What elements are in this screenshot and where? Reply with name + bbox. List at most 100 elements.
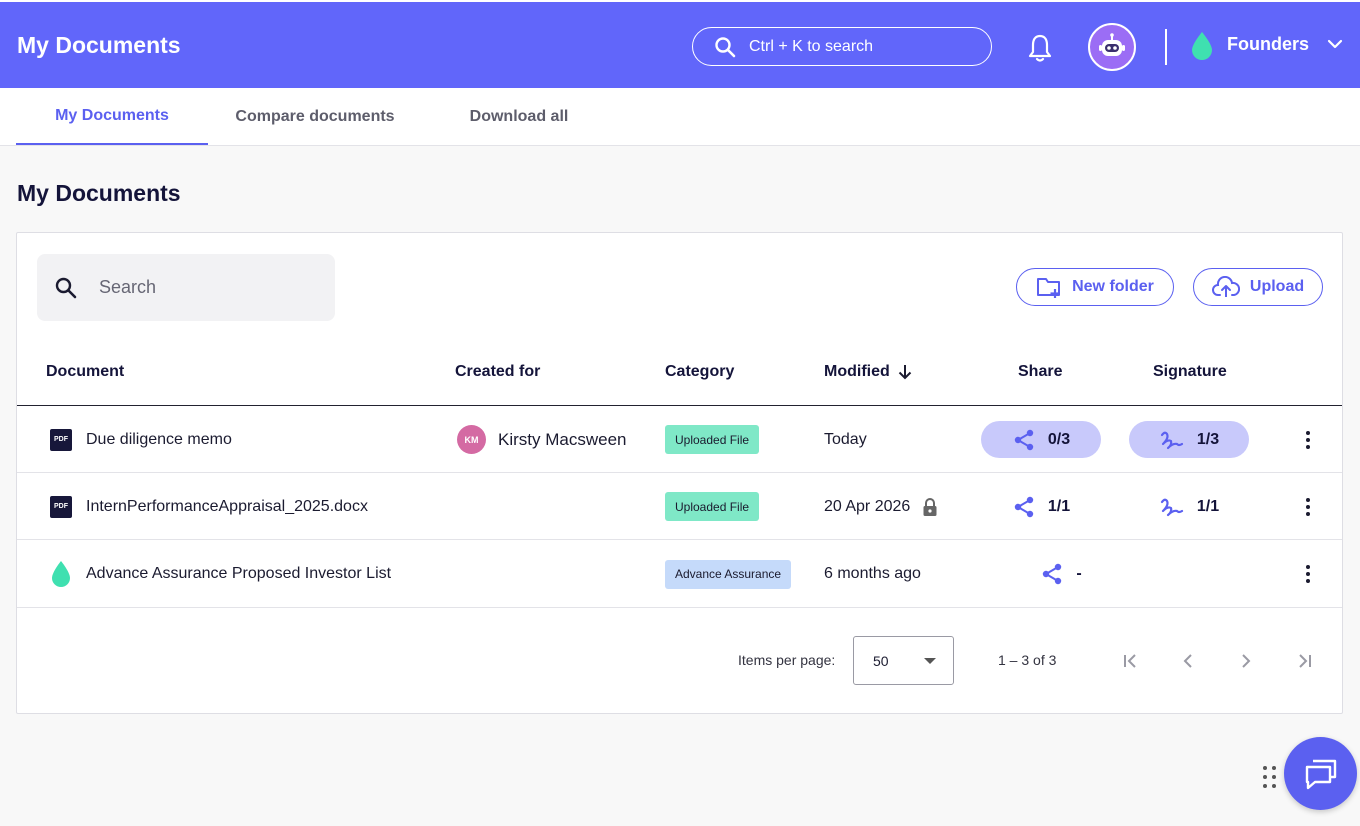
first-page-icon <box>1124 654 1136 668</box>
search-icon <box>55 277 77 298</box>
signature-icon <box>1160 498 1183 516</box>
more-vert-icon[interactable] <box>1296 495 1320 519</box>
signature-count: 1/1 <box>1196 497 1220 515</box>
bell-icon[interactable] <box>1026 33 1054 63</box>
share-icon <box>1043 563 1062 585</box>
table-row[interactable]: PDF InternPerformanceAppraisal_2025.docx… <box>17 473 1342 540</box>
top-app-bar: My Documents Ctrl + K to search Founders <box>0 0 1360 88</box>
share-cell[interactable]: 0/3 <box>981 406 1101 473</box>
org-switcher-label[interactable]: Founders <box>1227 34 1309 55</box>
previous-page-button[interactable] <box>1174 647 1202 675</box>
page-title: My Documents <box>17 180 181 206</box>
drag-handle-icon[interactable] <box>1262 765 1278 791</box>
column-header-share: Share <box>1018 363 1063 380</box>
document-name[interactable]: Due diligence memo <box>86 431 232 449</box>
share-cell[interactable]: 1/1 <box>981 473 1101 540</box>
table-row[interactable]: Advance Assurance Proposed Investor List… <box>17 540 1342 608</box>
app-title: My Documents <box>17 32 181 58</box>
row-actions[interactable] <box>1296 406 1320 473</box>
pager-range: 1 – 3 of 3 <box>998 652 1057 668</box>
droplet-icon <box>52 561 70 587</box>
pdf-icon: PDF <box>50 495 72 518</box>
avatar: KM <box>457 425 486 454</box>
chevron-right-icon <box>1242 654 1251 668</box>
document-name[interactable]: Advance Assurance Proposed Investor List <box>86 565 391 583</box>
modified-cell: Today <box>824 430 867 448</box>
category-badge: Advance Assurance <box>665 559 792 589</box>
pdf-icon: PDF <box>50 428 72 451</box>
chevron-down-icon[interactable] <box>1327 36 1343 52</box>
column-header-category[interactable]: Category <box>665 363 734 381</box>
caret-down-icon <box>924 658 936 664</box>
share-icon <box>1014 496 1034 517</box>
chat-button[interactable] <box>1284 737 1357 810</box>
created-for-cell: KM Kirsty Macsween <box>457 406 626 473</box>
droplet-icon <box>1192 32 1212 60</box>
row-actions[interactable] <box>1296 473 1320 540</box>
documents-card: New folder Upload Document Created for C… <box>16 232 1343 714</box>
share-icon <box>1014 429 1034 450</box>
next-page-button[interactable] <box>1232 647 1260 675</box>
header-divider <box>1165 29 1167 65</box>
first-page-button[interactable] <box>1117 647 1145 675</box>
modified-cell: 20 Apr 2026 <box>824 473 938 540</box>
document-cell[interactable]: PDF InternPerformanceAppraisal_2025.docx <box>50 473 368 540</box>
created-for-name: Kirsty Macsween <box>498 429 627 449</box>
more-vert-icon[interactable] <box>1296 562 1320 586</box>
document-search[interactable] <box>37 254 335 321</box>
robot-icon <box>1099 33 1125 56</box>
global-search[interactable]: Ctrl + K to search <box>692 27 992 66</box>
share-cell[interactable]: - <box>1001 540 1121 608</box>
column-header-modified[interactable]: Modified <box>824 363 912 381</box>
share-count: - <box>1076 565 1082 582</box>
category-badge: Uploaded File <box>665 425 760 454</box>
table-row[interactable]: PDF Due diligence memo KM Kirsty Macswee… <box>17 406 1342 473</box>
category-cell: Uploaded File <box>665 473 760 540</box>
last-page-button[interactable] <box>1290 647 1318 675</box>
row-actions[interactable] <box>1296 540 1320 608</box>
column-header-signature: Signature <box>1153 363 1227 380</box>
category-badge: Uploaded File <box>665 492 760 521</box>
tab-compare-documents[interactable]: Compare documents <box>215 88 415 145</box>
tab-bar: My Documents Compare documents Download … <box>0 88 1360 146</box>
search-icon <box>715 36 736 57</box>
arrow-down-icon <box>898 365 911 380</box>
document-cell[interactable]: PDF Due diligence memo <box>50 406 232 473</box>
category-cell: Uploaded File <box>665 406 760 473</box>
upload-label: Upload <box>1249 278 1305 295</box>
signature-button[interactable]: 1/1 <box>1129 488 1249 525</box>
folder-plus-icon <box>1037 278 1061 298</box>
share-count: 1/1 <box>1047 497 1071 515</box>
upload-button[interactable]: Upload <box>1193 268 1323 306</box>
share-count: 0/3 <box>1047 430 1071 448</box>
new-folder-label: New folder <box>1072 278 1154 295</box>
signature-count: 1/3 <box>1196 430 1220 448</box>
category-cell: Advance Assurance <box>665 540 792 608</box>
lock-icon <box>923 497 937 516</box>
signature-button[interactable]: 1/3 <box>1129 421 1249 458</box>
items-per-page-value: 50 <box>873 652 889 669</box>
chevron-left-icon <box>1183 654 1192 668</box>
document-name[interactable]: InternPerformanceAppraisal_2025.docx <box>86 498 368 516</box>
items-per-page-select[interactable]: 50 <box>853 636 954 685</box>
tab-my-documents[interactable]: My Documents <box>16 88 208 145</box>
tab-download-all[interactable]: Download all <box>440 88 598 145</box>
more-vert-icon[interactable] <box>1296 428 1320 452</box>
modified-date: 20 Apr 2026 <box>824 497 911 515</box>
document-search-input[interactable] <box>99 277 299 298</box>
modified-cell: 6 months ago <box>824 565 921 582</box>
chat-icon <box>1305 759 1336 789</box>
assistant-avatar[interactable] <box>1088 23 1136 71</box>
column-header-created-for[interactable]: Created for <box>455 363 540 381</box>
signature-cell[interactable]: 1/3 <box>1129 406 1249 473</box>
column-header-modified-label: Modified <box>824 363 890 380</box>
last-page-icon <box>1299 654 1311 668</box>
new-folder-button[interactable]: New folder <box>1016 268 1174 306</box>
signature-icon <box>1160 431 1183 449</box>
signature-cell[interactable]: 1/1 <box>1129 473 1249 540</box>
share-button[interactable]: 1/1 <box>981 488 1101 525</box>
document-cell[interactable]: Advance Assurance Proposed Investor List <box>50 540 391 608</box>
share-button[interactable]: - <box>1001 556 1121 593</box>
share-button[interactable]: 0/3 <box>981 421 1101 458</box>
column-header-document[interactable]: Document <box>46 363 124 381</box>
